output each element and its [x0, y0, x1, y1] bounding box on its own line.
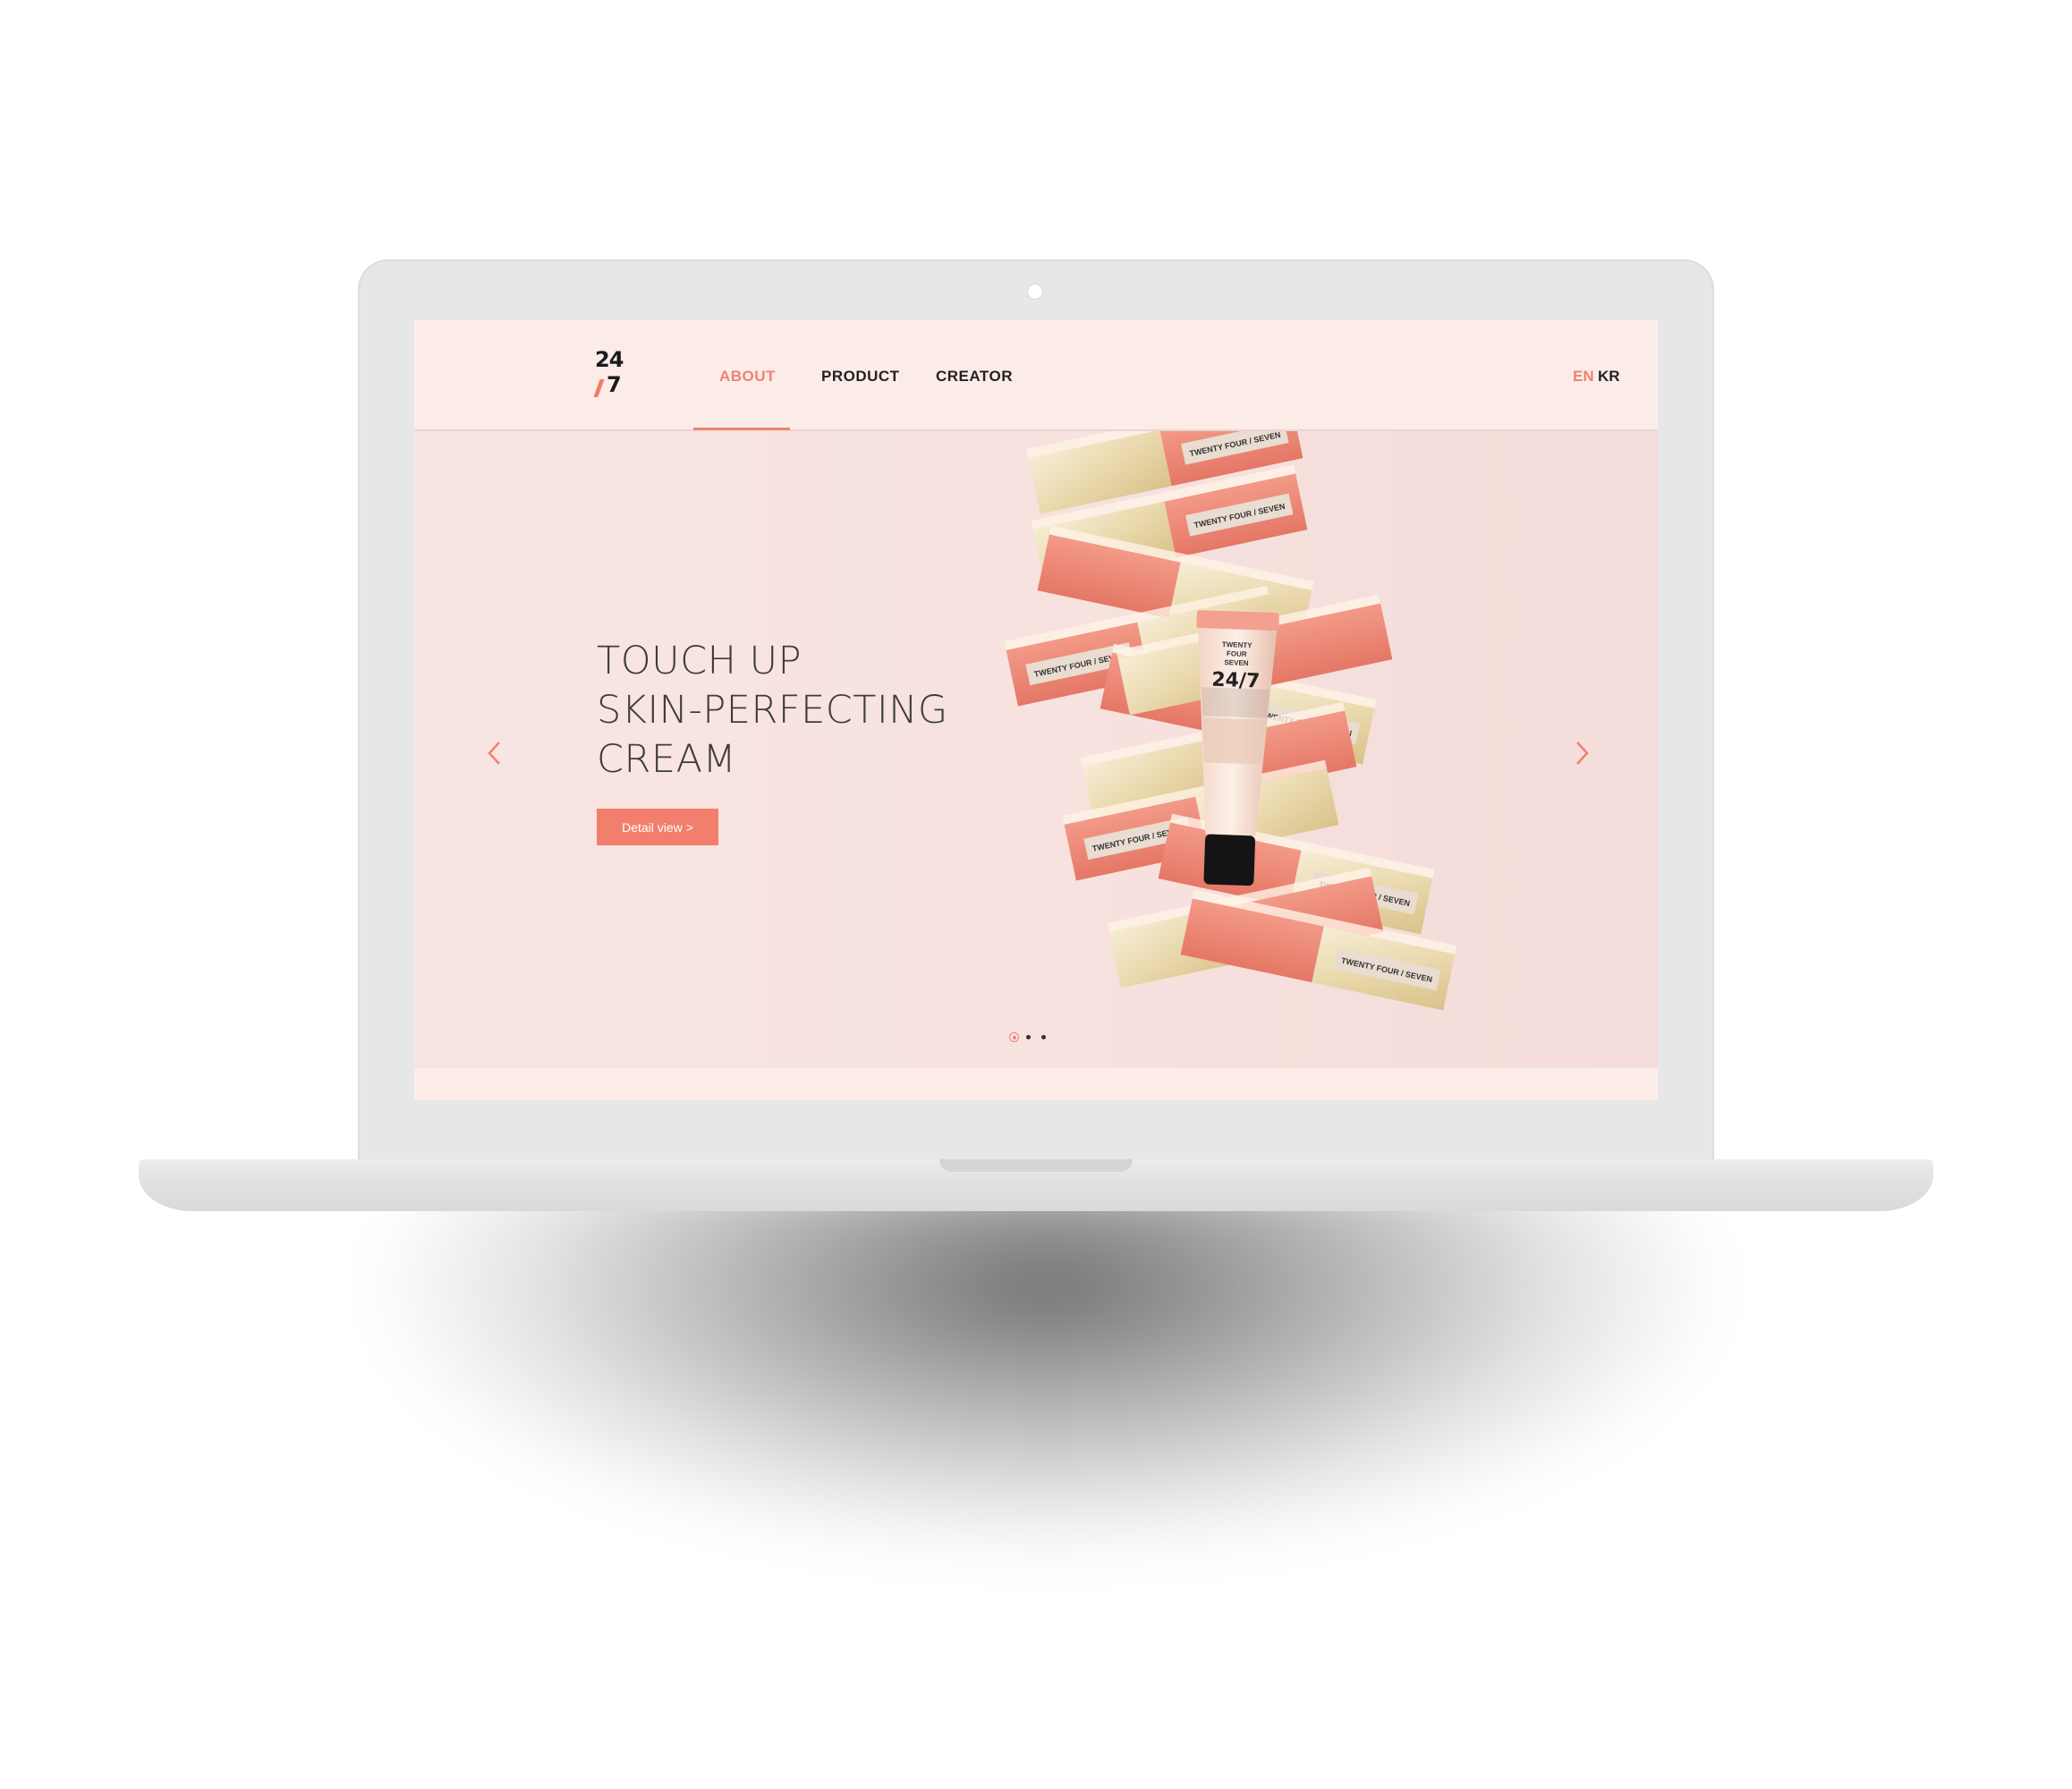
- nav-product[interactable]: PRODUCT: [821, 320, 900, 429]
- product-image: TWENTY FOUR / SEVENTWENTY FOUR / SEVENTW…: [1004, 431, 1457, 1011]
- nav-active-indicator: [693, 428, 790, 430]
- detail-view-button[interactable]: Detail view >: [597, 809, 718, 845]
- tube-label-2: FOUR: [1227, 649, 1247, 658]
- browser-screen: 24 7 ABOUT PRODUCT CREATOR EN KR TWENTY …: [414, 320, 1658, 1100]
- logo-line-2: 7: [607, 372, 622, 397]
- chevron-left-icon[interactable]: [481, 735, 508, 771]
- camera-icon: [1027, 284, 1043, 300]
- hero-title: TOUCH UP SKIN-PERFECTING CREAM: [597, 637, 972, 784]
- nav-about[interactable]: ABOUT: [719, 320, 776, 429]
- logo-line-1: 24: [595, 347, 624, 372]
- hero-title-line: TOUCH UP: [597, 639, 802, 683]
- slide-dot[interactable]: [1041, 1035, 1046, 1039]
- slide-dot-active[interactable]: [1009, 1032, 1019, 1042]
- page-bottom-band: [414, 1068, 1658, 1100]
- slide-dot[interactable]: [1026, 1035, 1031, 1039]
- hero-slider: TWENTY FOUR / SEVEN TWENTY FOUR / SEVEN TW…: [414, 431, 1658, 1068]
- lang-en[interactable]: EN: [1573, 320, 1594, 429]
- laptop-notch: [939, 1159, 1133, 1172]
- laptop-shadow: [376, 1181, 1718, 1556]
- tube-logo: 24/7: [1211, 669, 1261, 693]
- chevron-right-icon[interactable]: [1568, 735, 1595, 771]
- site-header: 24 7 ABOUT PRODUCT CREATOR EN KR: [414, 320, 1658, 431]
- tube-label-3: SEVEN: [1224, 658, 1249, 667]
- logo-slash: [593, 379, 605, 397]
- nav-creator[interactable]: CREATOR: [936, 320, 1013, 429]
- lang-kr[interactable]: KR: [1598, 320, 1620, 429]
- brand-logo[interactable]: 24 7: [593, 347, 631, 403]
- hero-title-line: SKIN-PERFECTING: [597, 688, 948, 733]
- tube-label-1: TWENTY: [1222, 640, 1253, 649]
- hero-title-line: CREAM: [597, 737, 737, 782]
